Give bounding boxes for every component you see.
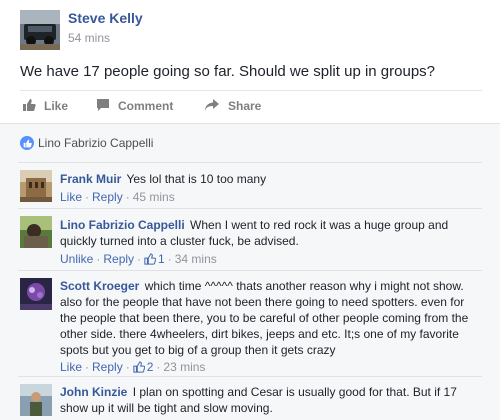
comment-item: Frank Muir Yes lol that is 10 too many L…	[0, 162, 500, 208]
like-badge-icon	[20, 136, 34, 150]
comment-item: John Kinzie I plan on spotting and Cesar…	[0, 376, 500, 420]
avatar[interactable]	[20, 384, 52, 416]
thumbs-up-icon	[144, 253, 157, 265]
comment-reply-link[interactable]: Reply	[92, 190, 123, 204]
share-arrow-icon	[204, 98, 228, 115]
comment-timestamp[interactable]: 23 mins	[163, 360, 205, 374]
divider	[18, 208, 482, 209]
avatar[interactable]	[20, 170, 52, 202]
likes-names[interactable]: Lino Fabrizio Cappelli	[38, 136, 153, 150]
comment-bubble-icon	[96, 98, 118, 115]
share-button[interactable]: Share	[204, 91, 261, 121]
like-button[interactable]: Like	[22, 91, 68, 121]
comment-like-link[interactable]: Like	[60, 360, 82, 374]
likes-summary[interactable]: Lino Fabrizio Cappelli	[20, 133, 153, 153]
avatar[interactable]	[20, 216, 52, 248]
comment-item: Scott Kroeger which time ^^^^^ thats ano…	[0, 270, 500, 380]
comment-like-count[interactable]: 2	[147, 360, 154, 374]
comment-meta: Unlike · Reply · 1 · 34 mins	[60, 252, 217, 266]
avatar[interactable]	[20, 10, 60, 50]
comment-like-link[interactable]: Like	[60, 190, 82, 204]
post-header: Steve Kelly 54 mins	[0, 0, 500, 58]
divider	[18, 270, 482, 271]
comment-author[interactable]: Scott Kroeger	[60, 279, 139, 293]
like-label: Like	[44, 99, 69, 113]
comment-timestamp[interactable]: 45 mins	[133, 190, 175, 204]
comment-text-block: Frank Muir Yes lol that is 10 too many	[60, 171, 480, 187]
comment-unlike-link[interactable]: Unlike	[60, 252, 93, 266]
comment-author[interactable]: Lino Fabrizio Cappelli	[60, 218, 185, 232]
comment-button[interactable]: Comment	[96, 91, 173, 121]
comment-reply-link[interactable]: Reply	[92, 360, 123, 374]
comment-text-block: Lino Fabrizio Cappelli When I went to re…	[60, 217, 480, 249]
divider	[18, 376, 482, 377]
post-text: We have 17 people going so far. Should w…	[20, 63, 436, 80]
comment-timestamp[interactable]: 34 mins	[175, 252, 217, 266]
comment-meta: Like · Reply · 2 · 23 mins	[60, 360, 206, 374]
divider	[18, 162, 482, 163]
comment-item: Lino Fabrizio Cappelli When I went to re…	[0, 208, 500, 270]
comment-text: Yes lol that is 10 too many	[126, 172, 267, 186]
avatar[interactable]	[20, 278, 52, 310]
thumbs-up-icon	[133, 361, 145, 373]
post-action-bar: Like Comment Share	[0, 91, 500, 123]
comment-label: Comment	[118, 99, 174, 113]
share-label: Share	[228, 99, 262, 113]
thumbs-up-icon	[22, 98, 44, 115]
comment-text-block: John Kinzie I plan on spotting and Cesar…	[60, 384, 480, 416]
comment-author[interactable]: Frank Muir	[60, 172, 121, 186]
comment-meta: Like · Reply · 45 mins	[60, 190, 175, 204]
comment-text-block: Scott Kroeger which time ^^^^^ thats ano…	[60, 278, 480, 358]
comment-author[interactable]: John Kinzie	[60, 385, 127, 399]
post-author-name[interactable]: Steve Kelly	[68, 10, 143, 26]
post-timestamp[interactable]: 54 mins	[68, 31, 110, 45]
comment-like-count[interactable]: 1	[158, 252, 165, 266]
comments-area: Lino Fabrizio Cappelli Frank Muir Yes lo…	[0, 123, 500, 420]
comment-reply-link[interactable]: Reply	[103, 252, 134, 266]
